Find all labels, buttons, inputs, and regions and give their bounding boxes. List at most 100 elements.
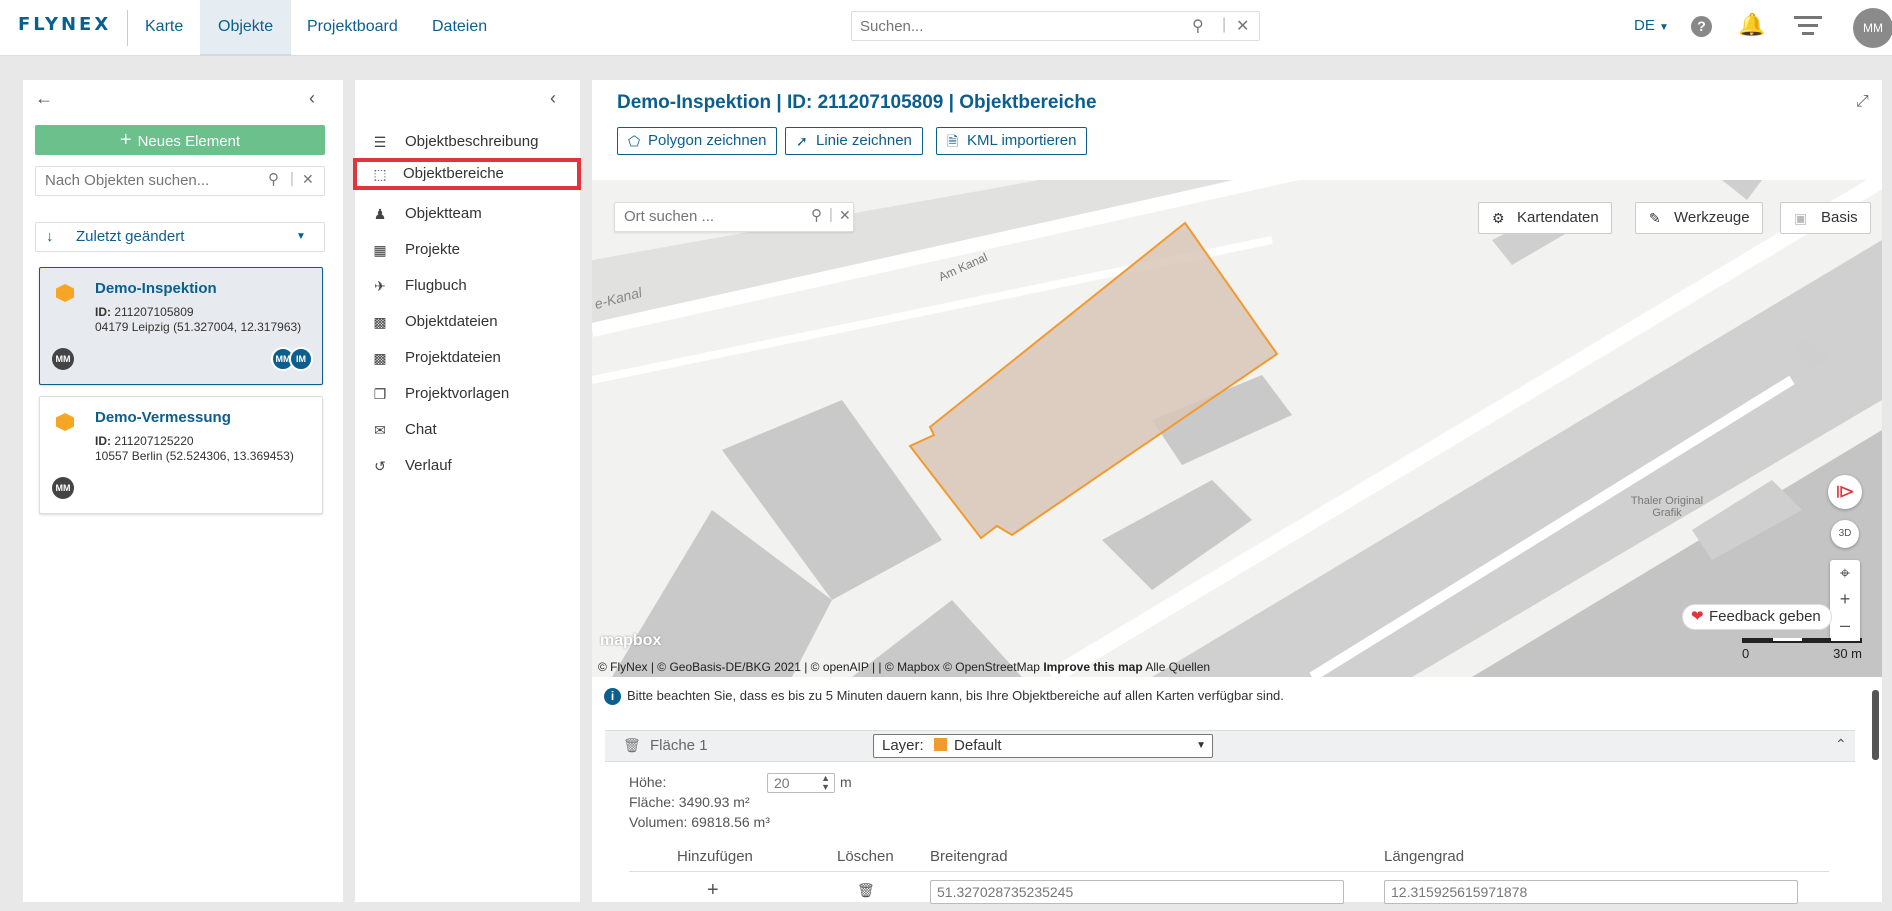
all-sources-link[interactable]: Alle Quellen — [1145, 660, 1210, 674]
menu-item-verlauf[interactable]: ↺ Verlauf — [355, 450, 580, 482]
stepper-icon[interactable]: ▲ ▼ — [821, 774, 830, 792]
werkzeuge-label: Werkzeuge — [1674, 209, 1750, 226]
layer-select[interactable]: Layer: Default ▼ — [873, 734, 1213, 758]
zoom-controls: ⌖ + – — [1830, 560, 1860, 640]
collapse-menu-icon[interactable]: ‹ — [550, 88, 556, 109]
card-id: ID: 211207125220 — [95, 434, 194, 448]
col-header-add: Hinzufügen — [677, 848, 753, 865]
scrollbar[interactable] — [1872, 690, 1879, 760]
chevron-up-icon[interactable]: ⌃ — [1835, 736, 1847, 753]
help-icon[interactable]: ? — [1691, 16, 1712, 37]
card-address: 10557 Berlin (52.524306, 13.369453) — [95, 449, 294, 463]
search-icon[interactable]: ⚲ — [268, 170, 279, 188]
height-input[interactable]: 20 ▲ ▼ — [767, 773, 835, 793]
file-import-icon: 🗎 — [947, 133, 959, 149]
area-header[interactable]: 🗑 Fläche 1 Layer: Default ▼ ⌃ — [605, 730, 1855, 762]
folder-icon: ▩ — [373, 350, 387, 366]
col-header-latitude: Breitengrad — [930, 848, 1008, 865]
object-search-input[interactable] — [45, 172, 265, 189]
add-point-button[interactable]: + — [707, 879, 719, 902]
menu-item-projektvorlagen[interactable]: ❐ Projektvorlagen — [355, 378, 580, 410]
trash-icon[interactable]: 🗑 — [857, 882, 875, 899]
caret-down-icon: ▼ — [296, 231, 306, 242]
draw-polygon-button[interactable]: ⬠ Polygon zeichnen — [617, 127, 778, 155]
layer-color-swatch — [933, 738, 947, 751]
object-card[interactable]: Demo-Inspektion ID: 211207105809 04179 L… — [39, 267, 323, 385]
menu-item-objektdateien[interactable]: ▩ Objektdateien — [355, 306, 580, 338]
basemap-button[interactable]: ▣ Basis — [1780, 202, 1871, 234]
filter-icon[interactable] — [1794, 16, 1822, 40]
clear-icon[interactable]: ✕ — [839, 207, 851, 224]
table-divider — [629, 871, 1829, 872]
import-kml-button[interactable]: 🗎 KML importieren — [936, 127, 1088, 155]
longitude-input[interactable]: 12.315925615971878 — [1384, 880, 1798, 904]
menu-item-objektbeschreibung[interactable]: ☰ Objektbeschreibung — [355, 126, 580, 158]
object-card[interactable]: Demo-Vermessung ID: 211207125220 10557 B… — [39, 396, 323, 514]
height-value: 20 — [774, 775, 790, 791]
collapse-left-icon[interactable]: ‹ — [309, 88, 315, 109]
search-icon[interactable]: ⚲ — [1192, 16, 1204, 36]
map-search-input[interactable] — [624, 208, 804, 225]
card-id-label: ID: — [95, 305, 111, 319]
fullscreen-icon[interactable]: ⤢ — [1856, 93, 1869, 111]
feedback-button[interactable]: ❤ Feedback geben — [1682, 604, 1832, 630]
height-unit: m — [840, 774, 852, 790]
nav-karte[interactable]: Karte — [127, 0, 201, 56]
nav-objekte[interactable]: Objekte — [200, 0, 292, 56]
language-label: DE — [1634, 17, 1655, 34]
nav-projektboard[interactable]: Projektboard — [289, 0, 416, 56]
plus-icon: + — [119, 129, 132, 151]
menu-item-flugbuch[interactable]: ✈ Flugbuch — [355, 270, 580, 302]
menu-item-objektbereiche[interactable]: ⬚ Objektbereiche — [353, 158, 581, 190]
main-panel: Demo-Inspektion | ID: 211207105809 | Obj… — [592, 80, 1882, 904]
sort-dropdown[interactable]: ↓ Zuletzt geändert ▼ — [35, 222, 325, 252]
clear-icon[interactable]: ✕ — [1236, 16, 1249, 36]
card-id-label: ID: — [95, 434, 111, 448]
kartendaten-button[interactable]: ⚙ Kartendaten — [1478, 202, 1612, 234]
werkzeuge-button[interactable]: ✎ Werkzeuge — [1635, 202, 1763, 234]
clear-icon[interactable]: ✕ — [302, 171, 314, 188]
area-volume: Volumen: 69818.56 m³ — [629, 814, 770, 830]
menu-item-label: Flugbuch — [405, 277, 467, 294]
history-icon: ↺ — [374, 458, 386, 474]
app-logo[interactable]: FLYNEX — [18, 14, 111, 35]
member-avatar: IM — [289, 347, 313, 371]
trash-icon[interactable]: 🗑 — [623, 737, 641, 754]
card-address: 04179 Leipzig (51.327004, 12.317963) — [95, 320, 302, 334]
global-search-input[interactable] — [860, 16, 1180, 36]
height-label: Höhe: — [629, 774, 667, 790]
col-header-delete: Löschen — [837, 848, 894, 865]
scale-bar — [1742, 638, 1862, 643]
caret-down-icon: ▼ — [1659, 22, 1669, 33]
search-icon[interactable]: ⚲ — [811, 206, 822, 224]
menu-item-projekte[interactable]: ▦ Projekte — [355, 234, 580, 266]
back-arrow-icon[interactable]: ← — [35, 88, 53, 109]
pentagon-icon: ⬠ — [628, 133, 641, 149]
improve-map-link[interactable]: Improve this map — [1043, 660, 1142, 674]
object-search: ⚲ | ✕ — [35, 166, 325, 196]
locate-icon[interactable]: ⌖ — [1830, 560, 1860, 586]
compass-icon[interactable]: ⧐ — [1828, 475, 1862, 509]
draw-line-button[interactable]: ➚ Linie zeichnen — [785, 127, 923, 155]
menu-item-label: Projektdateien — [405, 349, 501, 366]
latitude-input[interactable]: 51.327028735235245 — [930, 880, 1344, 904]
new-element-button[interactable]: + Neues Element — [35, 125, 325, 155]
menu-item-label: Objektteam — [405, 205, 482, 222]
menu-item-chat[interactable]: ✉ Chat — [355, 414, 580, 446]
map-canvas[interactable] — [592, 180, 1882, 677]
zoom-out-button[interactable]: – — [1830, 612, 1860, 638]
menu-item-projektdateien[interactable]: ▩ Projektdateien — [355, 342, 580, 374]
map-view[interactable]: Am Kanal e-Kanal Thaler Original Grafik … — [592, 180, 1882, 677]
menu-item-label: Objektdateien — [405, 313, 498, 330]
col-header-longitude: Längengrad — [1384, 848, 1465, 865]
language-select[interactable]: DE ▼ — [1634, 17, 1669, 34]
mapbox-logo[interactable]: mapbox — [600, 632, 661, 650]
zoom-in-button[interactable]: + — [1830, 586, 1860, 612]
bell-icon[interactable]: 🔔 — [1738, 12, 1765, 38]
nav-dateien[interactable]: Dateien — [414, 0, 505, 56]
toggle-3d-button[interactable]: 3D — [1831, 520, 1859, 548]
map-attribution: © FlyNex | © GeoBasis-DE/BKG 2021 | © op… — [598, 660, 1210, 674]
menu-item-objektteam[interactable]: ♟ Objektteam — [355, 198, 580, 230]
info-icon: i — [604, 688, 621, 705]
user-avatar[interactable]: MM — [1853, 8, 1892, 48]
